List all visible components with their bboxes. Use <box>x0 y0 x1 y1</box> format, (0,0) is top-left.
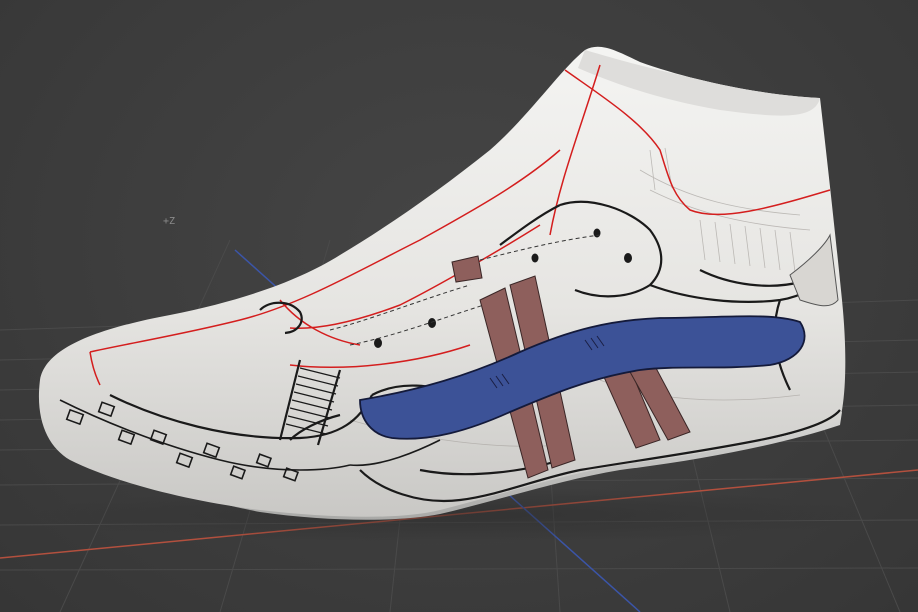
3d-viewport[interactable]: +Z <box>0 0 918 612</box>
shoe-last-model[interactable] <box>38 46 846 520</box>
viewport-canvas[interactable] <box>0 0 918 612</box>
z-axis-label: +Z <box>163 216 176 227</box>
